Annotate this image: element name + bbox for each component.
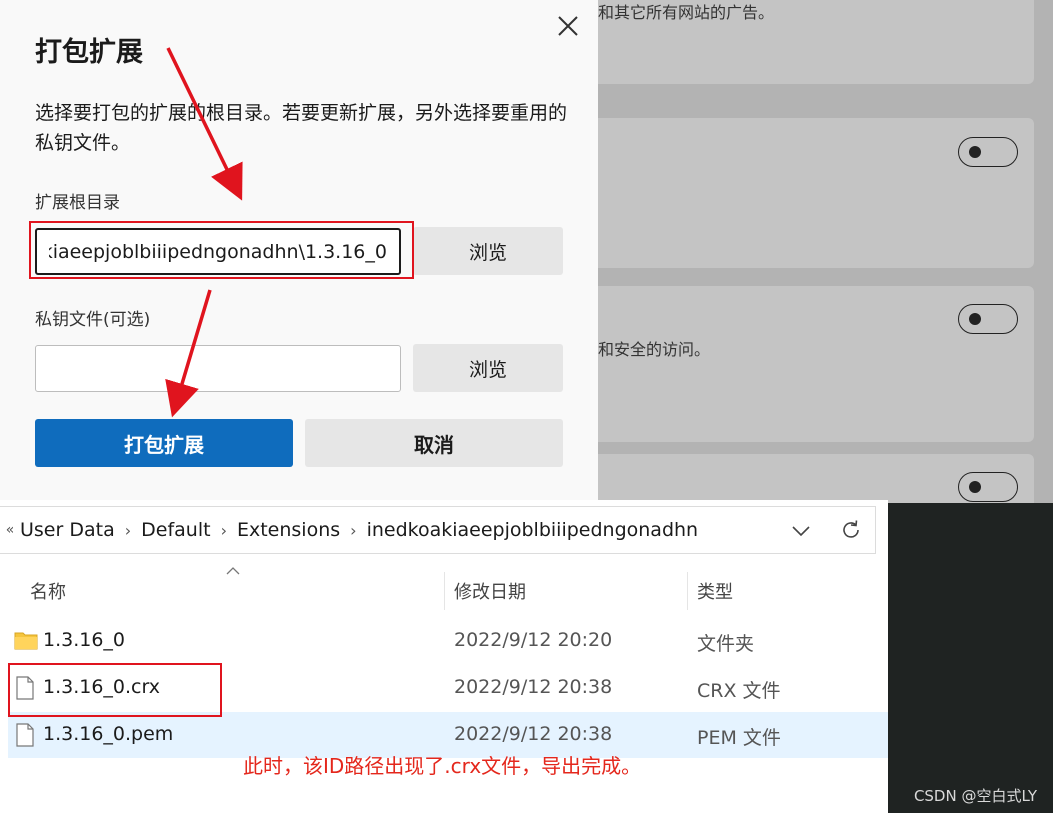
file-row-crx[interactable]: 1.3.16_0.crx 2022/9/12 20:38 CRX 文件: [8, 665, 888, 711]
settings-toggle-1[interactable]: [958, 137, 1018, 167]
file-modified: 2022/9/12 20:38: [454, 723, 613, 745]
file-icon: [16, 723, 34, 747]
address-dropdown-button[interactable]: [790, 521, 812, 541]
watermark: CSDN @空白式LY: [913, 787, 1037, 805]
settings-toggle-2[interactable]: [958, 304, 1018, 334]
chevron-right-icon[interactable]: ›: [350, 521, 356, 540]
browse-key-button[interactable]: 浏览: [413, 344, 563, 392]
column-header-name[interactable]: 名称: [20, 572, 444, 610]
file-type: 文件夹: [697, 633, 755, 655]
column-header-type[interactable]: 类型: [687, 572, 887, 610]
root-dir-input[interactable]: inedkoakiaeepjoblbiiipedngonadhn\1.3.16_…: [35, 228, 401, 275]
chevron-right-icon[interactable]: ›: [221, 521, 227, 540]
close-button[interactable]: [556, 14, 580, 38]
pack-extension-dialog: 打包扩展 选择要打包的扩展的根目录。若要更新扩展，另外选择要重用的私钥文件。 扩…: [0, 0, 598, 500]
settings-card-1-text: 和其它所有网站的广告。: [598, 3, 775, 22]
file-type: PEM 文件: [697, 727, 781, 749]
refresh-icon: [843, 520, 859, 538]
settings-toggle-3[interactable]: [958, 472, 1018, 502]
folder-icon: [14, 632, 38, 650]
overflow-chevron-icon[interactable]: «: [0, 522, 20, 538]
breadcrumb-extensions[interactable]: Extensions: [237, 519, 340, 541]
refresh-button[interactable]: [840, 519, 862, 541]
toggle-knob: [969, 146, 981, 158]
column-header-modified[interactable]: 修改日期: [444, 572, 687, 610]
address-bar[interactable]: « User Data › Default › Extensions › ine…: [0, 506, 876, 554]
dialog-description: 选择要打包的扩展的根目录。若要更新扩展，另外选择要重用的私钥文件。: [35, 102, 568, 154]
file-row-folder[interactable]: 1.3.16_0 2022/9/12 20:20 文件夹: [8, 618, 888, 664]
file-icon: [16, 676, 34, 700]
browse-root-button[interactable]: 浏览: [413, 227, 563, 275]
annotation-note: 此时，该ID路径出现了.crx文件，导出完成。: [243, 754, 642, 778]
chevron-right-icon[interactable]: ›: [125, 521, 131, 540]
breadcrumb-user-data[interactable]: User Data: [20, 519, 115, 541]
cancel-button[interactable]: 取消: [305, 419, 563, 467]
toggle-knob: [969, 313, 981, 325]
dialog-title: 打包扩展: [35, 37, 143, 68]
chevron-down-icon: [792, 526, 810, 537]
root-dir-value: inedkoakiaeepjoblbiiipedngonadhn\1.3.16_…: [49, 240, 387, 263]
close-icon: [558, 16, 578, 36]
breadcrumb-extension-id[interactable]: inedkoakiaeepjoblbiiipedngonadhn: [367, 519, 699, 541]
dark-desktop-area: [888, 503, 1053, 813]
file-type: CRX 文件: [697, 680, 781, 702]
file-name: 1.3.16_0.pem: [43, 723, 174, 745]
file-name: 1.3.16_0: [43, 629, 126, 651]
key-file-label: 私钥文件(可选): [35, 310, 151, 330]
toggle-knob: [969, 481, 981, 493]
file-modified: 2022/9/12 20:20: [454, 629, 613, 651]
root-dir-label: 扩展根目录: [35, 193, 120, 213]
pack-extension-button[interactable]: 打包扩展: [35, 419, 293, 467]
file-modified: 2022/9/12 20:38: [454, 676, 613, 698]
key-file-input[interactable]: [35, 345, 401, 392]
settings-card-3-text: 和安全的访问。: [598, 340, 711, 359]
file-name: 1.3.16_0.crx: [43, 676, 161, 698]
breadcrumb-default[interactable]: Default: [141, 519, 210, 541]
